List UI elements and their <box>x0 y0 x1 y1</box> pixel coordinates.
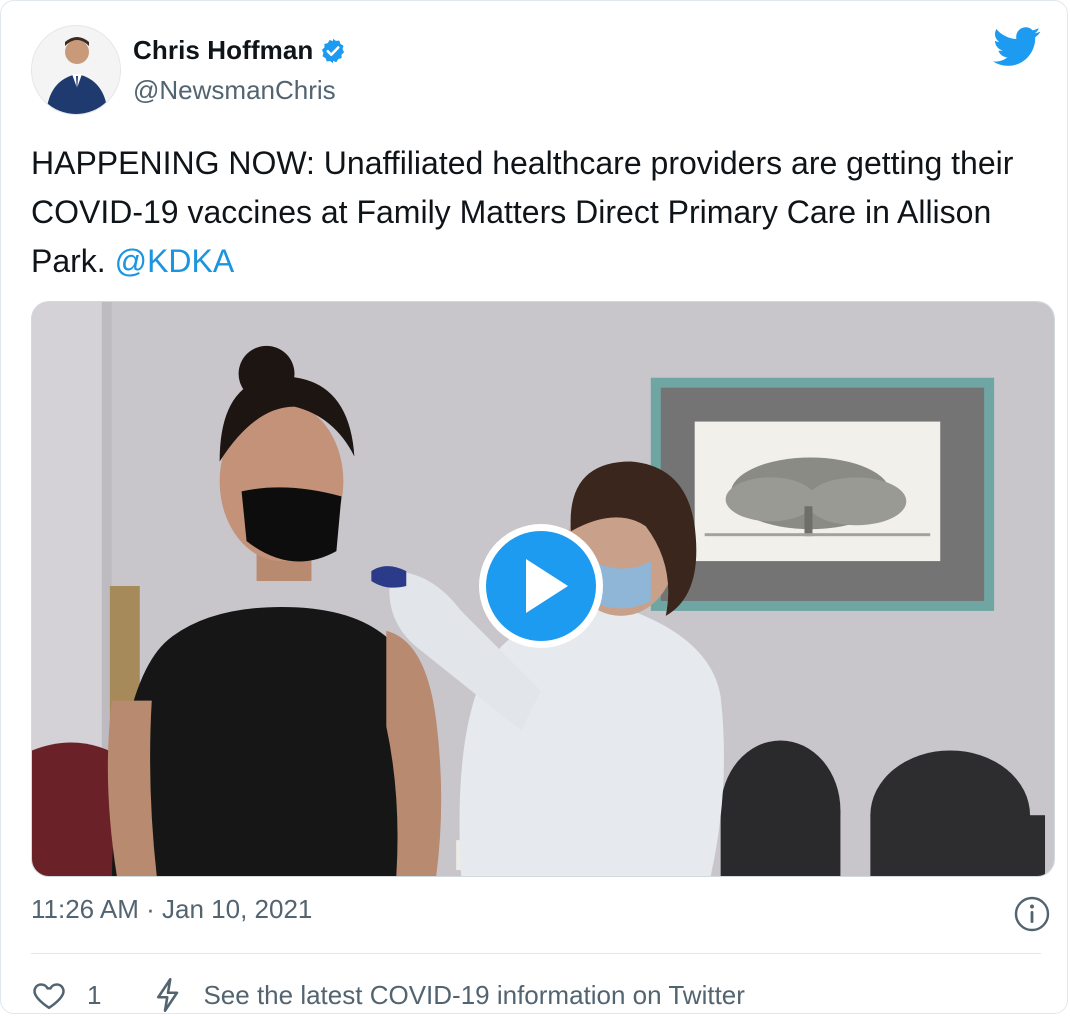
like-button[interactable]: 1 <box>31 977 101 1013</box>
tweet-header: Chris Hoffman @NewsmanChris <box>31 25 1041 117</box>
divider <box>31 953 1041 954</box>
covid-info-text: See the latest COVID-19 information on T… <box>203 979 745 1010</box>
play-icon <box>479 524 603 648</box>
like-count: 1 <box>87 979 102 1010</box>
info-icon[interactable] <box>1013 895 1051 933</box>
lightning-bolt-icon <box>157 977 179 1013</box>
avatar[interactable] <box>31 25 121 115</box>
twitter-bird-icon[interactable] <box>993 27 1041 67</box>
video-player[interactable] <box>31 301 1055 877</box>
verified-badge-icon <box>319 37 347 65</box>
heart-icon <box>33 983 65 1010</box>
mention-link[interactable]: @KDKA <box>115 243 235 279</box>
user-handle[interactable]: @NewsmanChris <box>133 75 336 106</box>
display-name[interactable]: Chris Hoffman <box>133 35 313 66</box>
tweet-timestamp[interactable]: 11:26 AM · Jan 10, 2021 <box>31 894 312 925</box>
tweet-text: HAPPENING NOW: Unaffiliated healthcare p… <box>31 139 1031 286</box>
covid-info-link[interactable]: See the latest COVID-19 information on T… <box>153 977 745 1013</box>
tweet-card: Chris Hoffman @NewsmanChris HAPPENING NO… <box>0 0 1068 1014</box>
name-row: Chris Hoffman <box>133 35 347 66</box>
play-button[interactable] <box>476 521 606 651</box>
tweet-actions: 1 See the latest COVID-19 information on… <box>31 975 1041 1013</box>
